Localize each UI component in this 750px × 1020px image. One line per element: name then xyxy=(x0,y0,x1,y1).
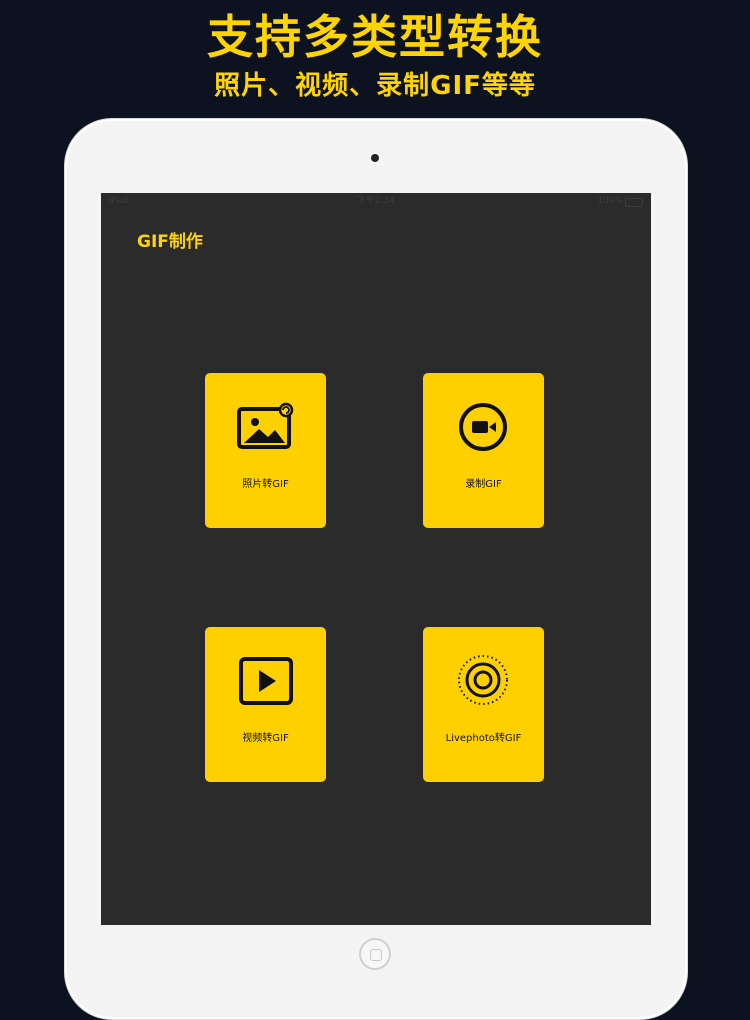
front-camera xyxy=(371,154,379,162)
photo-to-gif-label: 照片转GIF xyxy=(242,479,289,490)
home-square-icon xyxy=(370,949,382,961)
status-time: 下午2:34 xyxy=(356,196,396,206)
video-to-gif-button[interactable]: 视频转GIF xyxy=(205,627,326,782)
video-to-gif-label: 视频转GIF xyxy=(242,733,289,744)
livephoto-to-gif-label: Livephoto转GIF xyxy=(445,733,522,744)
status-bar: iPad 下午2:34 100% xyxy=(101,193,651,209)
battery-icon xyxy=(625,198,643,207)
photo-to-gif-button[interactable]: 照片转GIF xyxy=(205,373,326,528)
promo-title: 支持多类型转换 xyxy=(207,10,543,64)
livephoto-to-gif-button[interactable]: Livephoto转GIF xyxy=(423,627,544,782)
photo-icon xyxy=(237,402,294,449)
record-gif-label: 录制GIF xyxy=(465,479,502,490)
live-photo-icon xyxy=(458,655,508,705)
play-icon xyxy=(239,657,293,705)
home-button[interactable] xyxy=(359,938,391,970)
ipad-device-frame: iPad 下午2:34 100% GIF制作 照片转GIF 录制GIF 视频转G… xyxy=(64,118,688,1020)
app-title: GIF制作 xyxy=(137,232,203,252)
app-screen: iPad 下午2:34 100% GIF制作 照片转GIF 录制GIF 视频转G… xyxy=(101,193,651,925)
video-camera-icon xyxy=(459,403,507,451)
record-gif-button[interactable]: 录制GIF xyxy=(423,373,544,528)
promo-subtitle: 照片、视频、录制GIF等等 xyxy=(214,71,536,101)
status-battery-text: 100% xyxy=(597,196,623,206)
